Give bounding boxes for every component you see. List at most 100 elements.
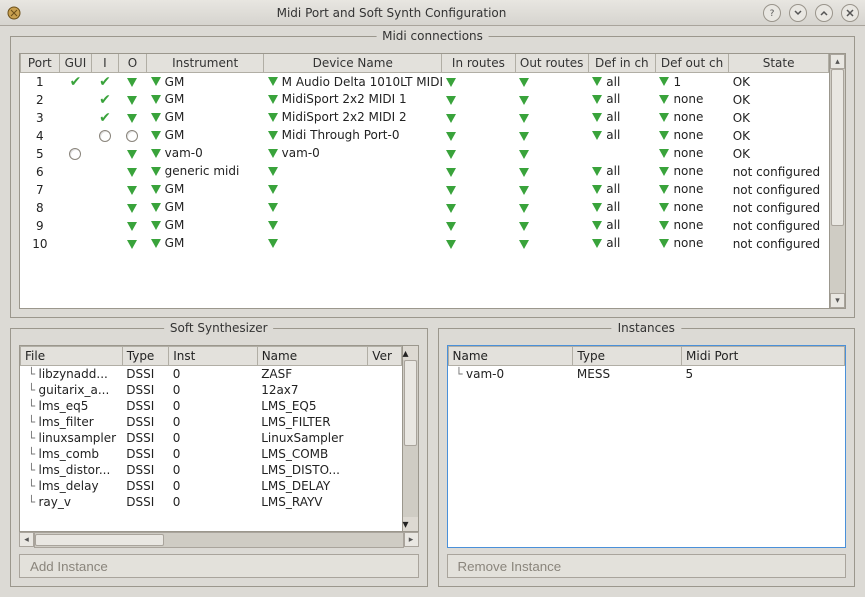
def-in-ch-cell[interactable]: all — [588, 73, 655, 91]
out-routes-cell[interactable] — [515, 109, 588, 127]
col-o[interactable]: O — [118, 54, 146, 73]
def-in-ch-cell[interactable]: all — [588, 199, 655, 217]
output-cell[interactable] — [118, 127, 146, 145]
synth-list-viewport[interactable]: File Type Inst Name Ver └libzynadd...DSS… — [19, 345, 403, 532]
gui-cell[interactable]: ✔ — [59, 73, 92, 91]
output-cell[interactable] — [118, 109, 146, 127]
dropdown-icon[interactable] — [592, 167, 602, 176]
def-out-ch-cell[interactable]: none — [655, 127, 728, 145]
def-in-ch-cell[interactable]: all — [588, 91, 655, 109]
dropdown-icon[interactable] — [127, 240, 137, 249]
output-cell[interactable] — [118, 199, 146, 217]
col-port[interactable]: Port — [21, 54, 60, 73]
device-cell[interactable]: MidiSport 2x2 MIDI 1 — [264, 91, 442, 109]
out-routes-cell[interactable] — [515, 91, 588, 109]
in-routes-cell[interactable] — [442, 199, 515, 217]
col-doc[interactable]: Def out ch — [655, 54, 728, 73]
device-cell[interactable] — [264, 235, 442, 253]
midi-table-viewport[interactable]: Port GUI I O Instrument Device Name In r… — [19, 53, 830, 309]
remove-instance-button[interactable]: Remove Instance — [447, 554, 847, 578]
dropdown-icon[interactable] — [268, 131, 278, 140]
def-in-ch-cell[interactable]: all — [588, 163, 655, 181]
col-dev[interactable]: Device Name — [264, 54, 442, 73]
close-button[interactable] — [841, 4, 859, 22]
dropdown-icon[interactable] — [446, 186, 456, 195]
device-cell[interactable]: MidiSport 2x2 MIDI 2 — [264, 109, 442, 127]
dropdown-icon[interactable] — [659, 185, 669, 194]
def-out-ch-cell[interactable]: none — [655, 181, 728, 199]
midi-vscrollbar[interactable]: ▴ ▾ — [830, 53, 846, 309]
dropdown-icon[interactable] — [151, 221, 161, 230]
out-routes-cell[interactable] — [515, 199, 588, 217]
def-out-ch-cell[interactable]: none — [655, 217, 728, 235]
output-cell[interactable] — [118, 73, 146, 91]
dropdown-icon[interactable] — [127, 78, 137, 87]
in-routes-cell[interactable] — [442, 181, 515, 199]
minimize-button[interactable] — [789, 4, 807, 22]
dropdown-icon[interactable] — [519, 78, 529, 87]
dropdown-icon[interactable] — [268, 77, 278, 86]
dropdown-icon[interactable] — [519, 186, 529, 195]
list-item[interactable]: └lms_eq5DSSI0LMS_EQ5 — [21, 398, 402, 414]
dropdown-icon[interactable] — [446, 150, 456, 159]
in-routes-cell[interactable] — [442, 235, 515, 253]
device-cell[interactable] — [264, 217, 442, 235]
col-inst2[interactable]: Inst — [169, 347, 257, 366]
list-item[interactable]: └ray_vDSSI0LMS_RAYV — [21, 494, 402, 510]
dropdown-icon[interactable] — [592, 95, 602, 104]
dropdown-icon[interactable] — [127, 186, 137, 195]
instrument-cell[interactable]: GM — [147, 91, 264, 109]
def-out-ch-cell[interactable]: none — [655, 145, 728, 163]
scroll-thumb[interactable] — [831, 69, 844, 226]
out-routes-cell[interactable] — [515, 235, 588, 253]
device-cell[interactable]: vam-0 — [264, 145, 442, 163]
in-routes-cell[interactable] — [442, 73, 515, 91]
dropdown-icon[interactable] — [592, 185, 602, 194]
dropdown-icon[interactable] — [592, 131, 602, 140]
dropdown-icon[interactable] — [127, 222, 137, 231]
col-inst[interactable]: Instrument — [147, 54, 264, 73]
dropdown-icon[interactable] — [519, 96, 529, 105]
input-cell[interactable] — [92, 199, 118, 217]
dropdown-icon[interactable] — [151, 113, 161, 122]
dropdown-icon[interactable] — [151, 167, 161, 176]
def-in-ch-cell[interactable]: all — [588, 109, 655, 127]
in-routes-cell[interactable] — [442, 91, 515, 109]
scroll-right-icon[interactable]: ▸ — [404, 532, 419, 547]
gui-cell[interactable] — [59, 91, 92, 109]
dropdown-icon[interactable] — [659, 95, 669, 104]
out-routes-cell[interactable] — [515, 127, 588, 145]
instrument-cell[interactable]: vam-0 — [147, 145, 264, 163]
table-row[interactable]: 2✔ GM MidiSport 2x2 MIDI 1 all noneOK — [21, 91, 829, 109]
out-routes-cell[interactable] — [515, 217, 588, 235]
output-cell[interactable] — [118, 145, 146, 163]
dropdown-icon[interactable] — [268, 239, 278, 248]
def-out-ch-cell[interactable]: none — [655, 163, 728, 181]
dropdown-icon[interactable] — [446, 132, 456, 141]
radio-icon[interactable] — [126, 130, 138, 142]
dropdown-icon[interactable] — [519, 150, 529, 159]
in-routes-cell[interactable] — [442, 109, 515, 127]
dropdown-icon[interactable] — [446, 114, 456, 123]
dropdown-icon[interactable] — [519, 204, 529, 213]
dropdown-icon[interactable] — [151, 131, 161, 140]
instrument-cell[interactable]: GM — [147, 73, 264, 91]
dropdown-icon[interactable] — [592, 77, 602, 86]
output-cell[interactable] — [118, 91, 146, 109]
in-routes-cell[interactable] — [442, 127, 515, 145]
output-cell[interactable] — [118, 217, 146, 235]
instrument-cell[interactable]: generic midi — [147, 163, 264, 181]
output-cell[interactable] — [118, 235, 146, 253]
scroll-down-icon[interactable]: ▾ — [830, 293, 845, 308]
col-gui[interactable]: GUI — [59, 54, 92, 73]
input-cell[interactable] — [92, 127, 118, 145]
dropdown-icon[interactable] — [592, 239, 602, 248]
scroll-down-icon[interactable]: ▾ — [403, 517, 418, 531]
dropdown-icon[interactable] — [659, 203, 669, 212]
col-midiport[interactable]: Midi Port — [682, 347, 845, 366]
radio-icon[interactable] — [99, 130, 111, 142]
dropdown-icon[interactable] — [592, 113, 602, 122]
device-cell[interactable] — [264, 199, 442, 217]
col-type[interactable]: Type — [122, 347, 168, 366]
input-cell[interactable] — [92, 145, 118, 163]
